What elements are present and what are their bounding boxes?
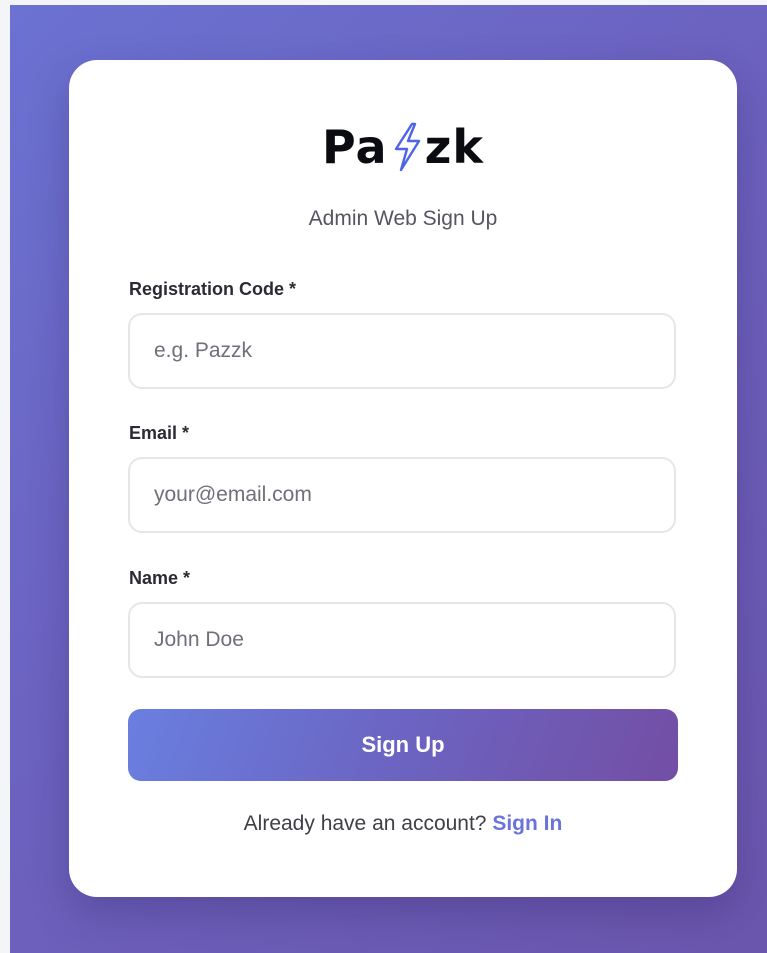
email-input[interactable]: [128, 457, 676, 533]
logo-text-prefix: Pa: [322, 120, 388, 174]
email-label: Email *: [129, 423, 190, 443]
lightning-bolt-icon: [394, 122, 420, 172]
registration-code-label: Registration Code *: [129, 279, 297, 299]
sign-up-button[interactable]: Sign Up: [128, 709, 678, 781]
sign-in-link[interactable]: Sign In: [492, 812, 562, 835]
logo-text-suffix: zk: [424, 120, 484, 174]
sign-in-prompt: Already have an account? Sign In: [69, 812, 737, 836]
brand-logo: Pa zk: [69, 120, 737, 174]
signup-card: Pa zk Admin Web Sign Up Registration Cod…: [69, 60, 737, 897]
sign-in-prompt-text: Already have an account?: [243, 812, 487, 835]
name-label: Name *: [129, 568, 191, 588]
registration-code-input[interactable]: [128, 313, 676, 389]
page-subtitle: Admin Web Sign Up: [308, 207, 498, 230]
name-input[interactable]: [128, 602, 676, 678]
page-background: Pa zk Admin Web Sign Up Registration Cod…: [10, 5, 767, 953]
